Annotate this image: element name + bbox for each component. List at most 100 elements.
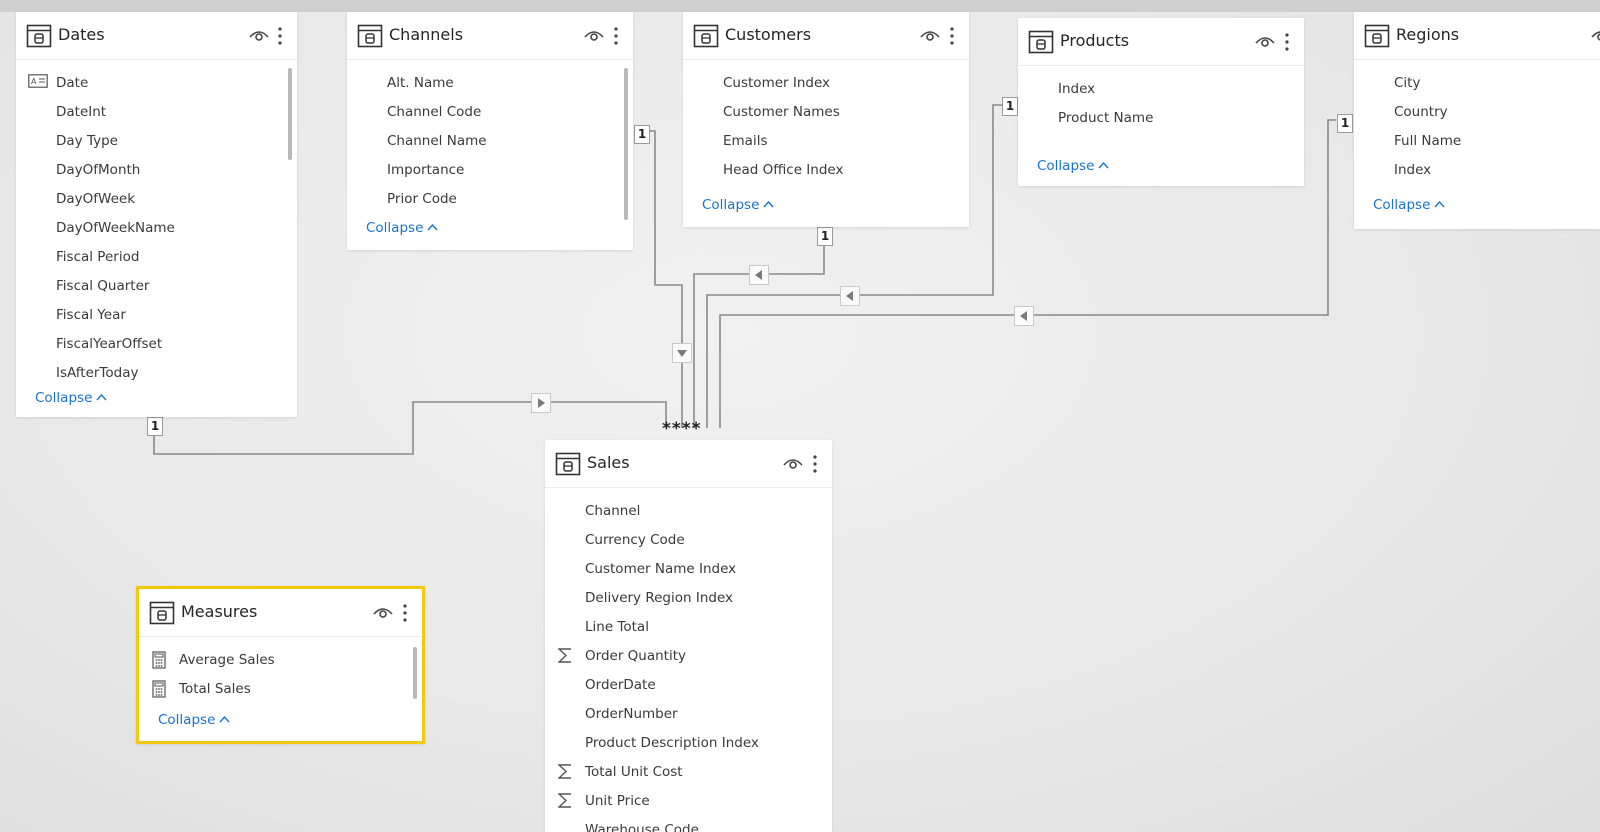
cardinality-many-label: **** [662,419,702,439]
table-icon [149,601,175,625]
table-icon [555,452,581,476]
field-item[interactable]: OrderDate [585,677,656,693]
table-card-measures[interactable]: Measures Average Sales Total Sales Colla… [136,586,425,744]
table-header[interactable]: Regions [1354,12,1600,60]
table-card-dates[interactable]: Dates A Date DateInt Day Type DayOfMonth… [16,12,297,417]
more-options-icon[interactable] [402,602,408,624]
eye-icon[interactable] [583,27,605,43]
eye-icon[interactable] [1254,33,1276,49]
collapse-link[interactable]: Collapse [366,220,438,236]
field-item[interactable]: Product Description Index [585,735,759,751]
field-item[interactable]: Head Office Index [723,162,843,178]
field-item[interactable]: Alt. Name [387,75,454,91]
eye-icon[interactable] [1590,27,1600,43]
field-item[interactable]: Prior Code [387,191,457,207]
field-item[interactable]: Channel Code [387,104,481,120]
chevron-up-icon [427,223,438,231]
collapse-link[interactable]: Collapse [158,712,230,728]
filter-direction-arrow-icon[interactable] [749,265,769,285]
table-card-regions[interactable]: Regions City Country Full Name Index Col… [1354,12,1600,229]
field-item[interactable]: IsAfterToday [56,365,138,381]
scrollbar[interactable] [624,68,628,220]
table-icon [26,24,52,48]
table-card-sales[interactable]: Sales Channel Currency Code Customer Nam… [545,440,832,832]
table-header[interactable]: Customers [683,12,969,60]
field-item[interactable]: Full Name [1394,133,1461,149]
filter-direction-arrow-icon[interactable] [1014,306,1034,326]
field-item[interactable]: Customer Name Index [585,561,736,577]
table-title: Products [1060,31,1130,50]
eye-icon[interactable] [782,455,804,471]
field-item[interactable]: Delivery Region Index [585,590,733,606]
field-item[interactable]: Fiscal Year [56,307,126,323]
collapse-label: Collapse [366,220,424,236]
collapse-link[interactable]: Collapse [1373,197,1445,213]
field-item[interactable]: City [1394,75,1420,91]
eye-icon[interactable] [919,27,941,43]
chevron-up-icon [763,200,774,208]
more-options-icon[interactable] [812,453,818,475]
sum-icon [558,793,571,808]
table-title: Regions [1396,25,1460,44]
collapse-label: Collapse [158,712,216,728]
field-item[interactable]: Customer Index [723,75,830,91]
chevron-up-icon [219,715,230,723]
filter-direction-arrow-icon[interactable] [840,286,860,306]
field-item[interactable]: Customer Names [723,104,840,120]
field-item[interactable]: Warehouse Code [585,822,699,832]
collapse-label: Collapse [1037,158,1095,174]
eye-icon[interactable] [248,27,270,43]
field-item[interactable]: Unit Price [585,793,650,809]
field-item[interactable]: Date [56,75,88,91]
field-item[interactable]: DayOfMonth [56,162,140,178]
field-item[interactable]: Emails [723,133,768,149]
filter-direction-arrow-icon[interactable] [672,343,692,363]
table-header[interactable]: Products [1018,18,1304,66]
field-item[interactable]: Total Unit Cost [585,764,683,780]
table-header[interactable]: Channels [347,12,633,60]
filter-direction-arrow-icon[interactable] [531,393,551,413]
field-item[interactable]: Channel Name [387,133,487,149]
table-header[interactable]: Sales [545,440,832,488]
collapse-link[interactable]: Collapse [35,390,107,406]
more-options-icon[interactable] [1284,31,1290,53]
field-item[interactable]: Fiscal Quarter [56,278,149,294]
table-header[interactable]: Dates [16,12,297,60]
field-item[interactable]: Importance [387,162,464,178]
field-item[interactable]: Day Type [56,133,118,149]
table-card-customers[interactable]: Customers Customer Index Customer Names … [683,12,969,227]
field-item[interactable]: Index [1394,162,1431,178]
more-options-icon[interactable] [613,25,619,47]
table-card-channels[interactable]: Channels Alt. Name Channel Code Channel … [347,12,633,250]
collapse-link[interactable]: Collapse [1037,158,1109,174]
field-item[interactable]: Channel [585,503,640,519]
field-item[interactable]: FiscalYearOffset [56,336,162,352]
collapse-link[interactable]: Collapse [702,197,774,213]
table-card-products[interactable]: Products Index Product Name Collapse [1018,18,1304,186]
field-item[interactable]: DateInt [56,104,106,120]
scrollbar[interactable] [413,647,417,699]
collapse-label: Collapse [1373,197,1431,213]
field-item[interactable]: Order Quantity [585,648,686,664]
collapse-label: Collapse [702,197,760,213]
eye-icon[interactable] [372,604,394,620]
chevron-up-icon [1098,161,1109,169]
field-item[interactable]: Total Sales [179,681,251,697]
cardinality-one-label: 1 [634,125,650,144]
field-item[interactable]: Index [1058,81,1095,97]
field-item[interactable]: Fiscal Period [56,249,139,265]
field-item[interactable]: DayOfWeekName [56,220,175,236]
table-header[interactable]: Measures [139,589,422,637]
field-item[interactable]: Product Name [1058,110,1153,126]
field-item[interactable]: DayOfWeek [56,191,135,207]
scrollbar[interactable] [288,68,292,160]
field-item[interactable]: OrderNumber [585,706,678,722]
field-item[interactable]: Currency Code [585,532,685,548]
more-options-icon[interactable] [277,25,283,47]
field-item[interactable]: Average Sales [179,652,275,668]
more-options-icon[interactable] [949,25,955,47]
sum-icon [558,764,571,779]
field-item[interactable]: Line Total [585,619,649,635]
field-item[interactable]: Country [1394,104,1448,120]
collapse-label: Collapse [35,390,93,406]
